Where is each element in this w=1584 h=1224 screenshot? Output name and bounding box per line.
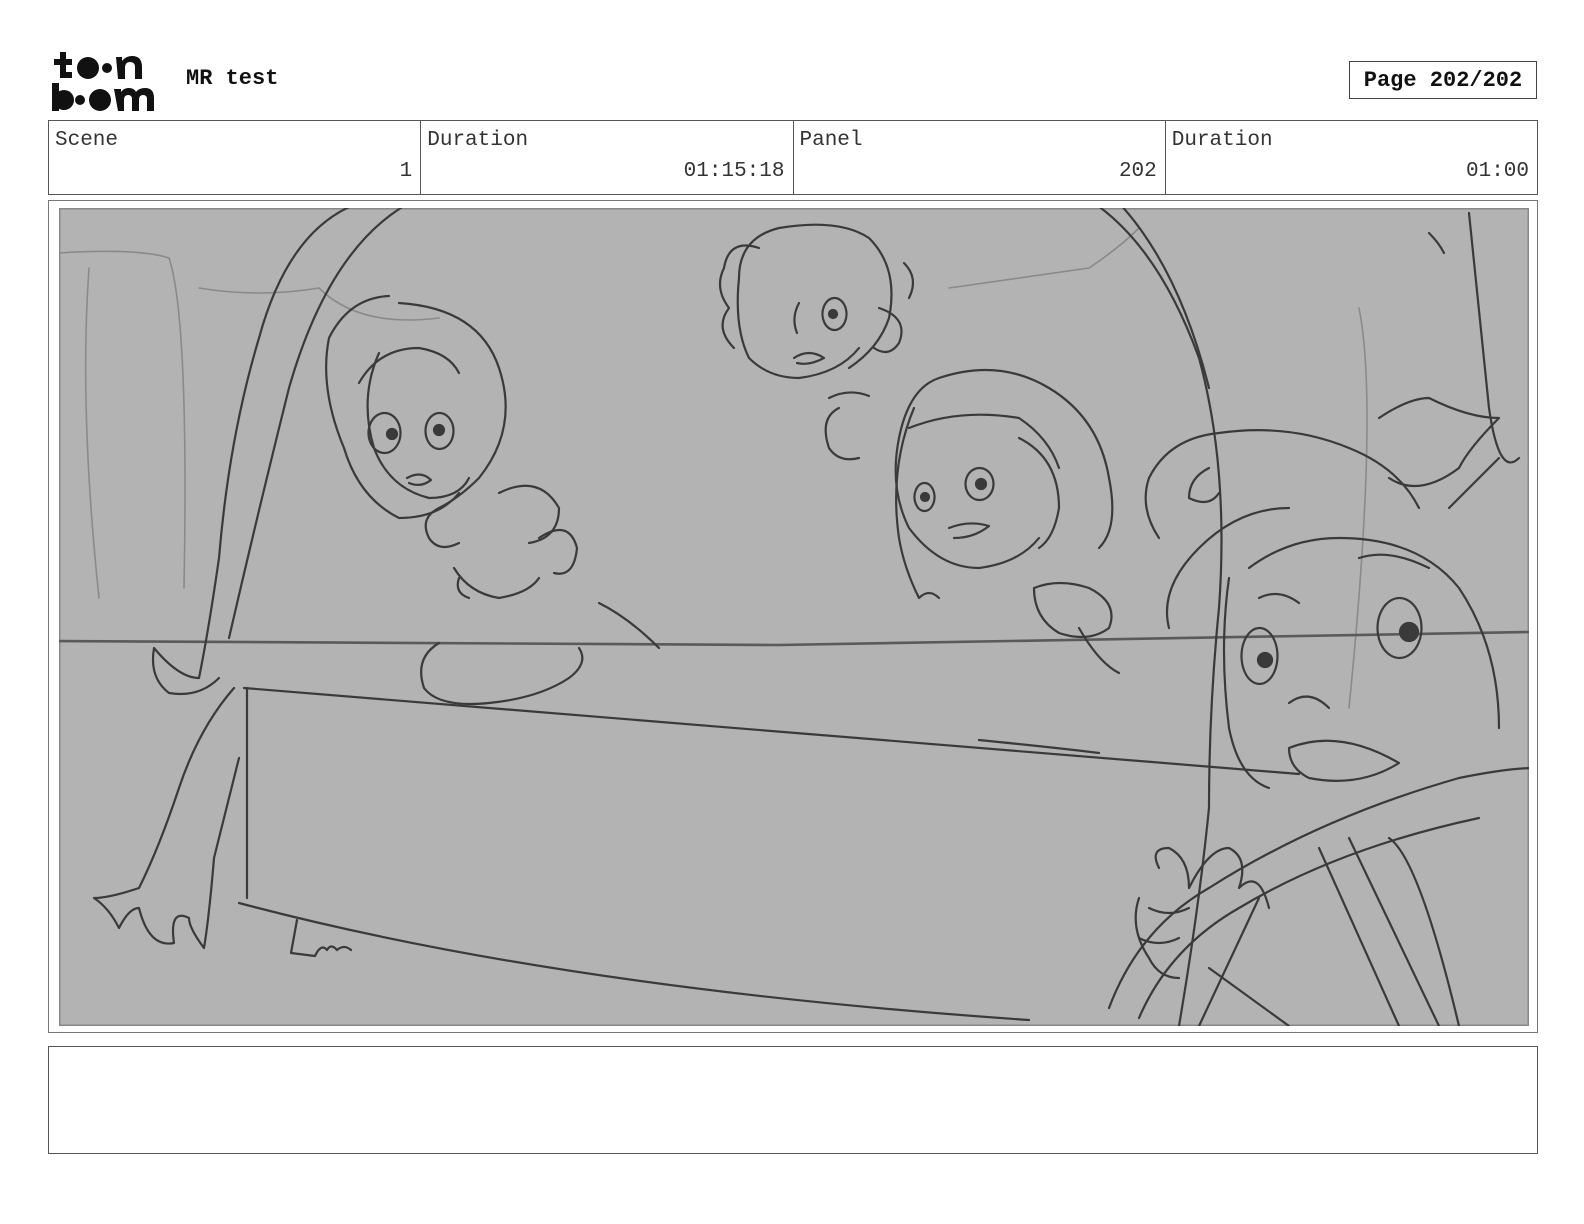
panel-duration-label: Duration [1171, 129, 1273, 152]
page-number: Page 202/202 [1349, 61, 1537, 99]
panel-notes-box [48, 1046, 1538, 1154]
scene-label: Scene [55, 129, 119, 152]
scene-duration-value: 01:15:18 [683, 160, 785, 183]
toon-boom-logo [52, 52, 154, 111]
scene-value: 1 [399, 160, 413, 183]
panel-label: Panel [799, 129, 863, 152]
panel-duration-value: 01:00 [1465, 160, 1529, 183]
panel-cell: Panel 202 [794, 121, 1166, 194]
scene-duration-cell: Duration 01:15:18 [421, 121, 794, 194]
panel-value: 202 [1118, 160, 1157, 183]
storyboard-sketch [59, 208, 1529, 1026]
panel-duration-cell: Duration 01:00 [1166, 121, 1537, 194]
storyboard-panel-frame [48, 200, 1538, 1033]
panel-info-table: Scene 1 Duration 01:15:18 Panel 202 Dura… [48, 120, 1538, 195]
scene-cell: Scene 1 [49, 121, 422, 194]
scene-duration-label: Duration [427, 129, 529, 152]
project-title: MR test [186, 66, 279, 91]
